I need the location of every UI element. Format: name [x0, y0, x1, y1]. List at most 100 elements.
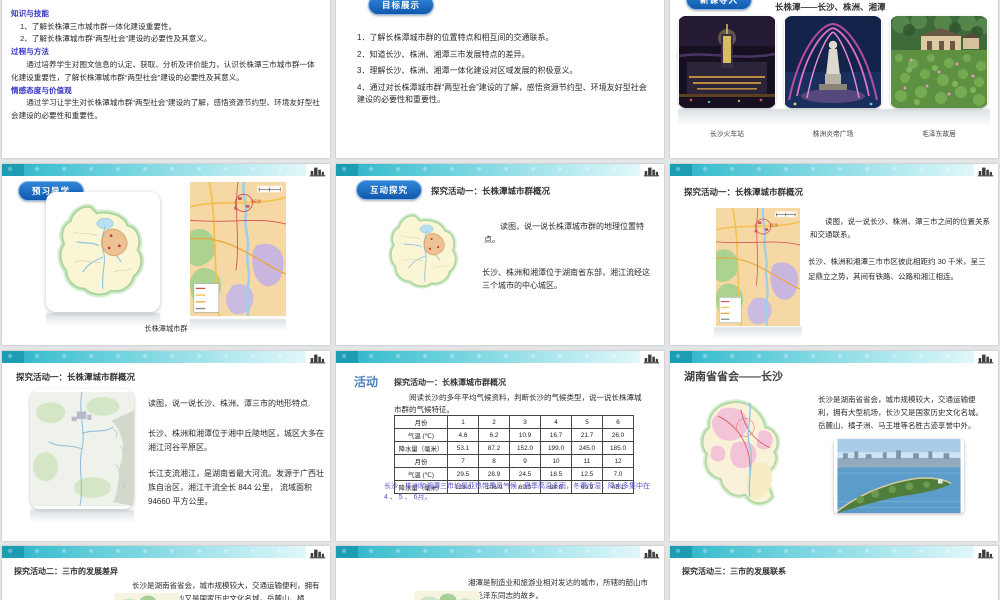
photo-reflection	[678, 109, 990, 126]
climate-value-cell: 2	[478, 415, 510, 429]
map-reflection	[30, 510, 134, 523]
activity-title: 探究活动一：长株潭城市群概况	[16, 372, 136, 382]
climate-value-cell: 1	[447, 415, 479, 429]
city-skyline-icon	[643, 165, 660, 177]
climate-value-cell: 7.0	[602, 467, 634, 481]
climate-row-header: 月份	[394, 454, 448, 468]
climate-value-cell: 199.0	[540, 441, 572, 455]
section-badge: 互动探究	[356, 180, 423, 200]
climate-row-header: 气温 (℃)	[394, 428, 448, 442]
objective-heading: 知识与技能	[11, 8, 49, 18]
slide-sorter-grid: 教学目标 知识与技能 1、了解长株潭三市城市群一体化建设重要性。 2、了解长株潭…	[0, 0, 1000, 600]
photo-caption: 株洲炎帝广场	[812, 131, 854, 138]
climate-value-cell: 9	[509, 454, 541, 468]
slide-thumbnail-7[interactable]: 探究活动一：长株潭城市群概况 读图，说一说长沙、株洲、潭三市的地形特点. 长沙、…	[2, 351, 330, 541]
slide-header-band	[2, 546, 306, 558]
section-badge: 新课导入	[686, 0, 753, 10]
activity-title: 探究活动一：长株潭城市群概况	[394, 378, 506, 387]
maps-caption: 长株潭城市群	[144, 324, 188, 333]
climate-value-cell: 26.0	[602, 428, 634, 442]
slide-header-band	[670, 164, 974, 176]
hunan-province-map	[384, 200, 466, 304]
city-skyline-icon	[643, 352, 660, 364]
city-skyline-icon	[977, 165, 994, 177]
climate-value-cell: 18.5	[540, 467, 572, 481]
photo-captions: 长沙火车站 株洲炎帝广场 毛泽东故居	[678, 128, 990, 138]
river-note-text: 长江支流湘江，是湖南省最大河流。发源于广西壮族自治区，湘江干流全长 844 公里…	[148, 469, 324, 506]
slide-title: 教学目标	[11, 0, 320, 3]
activity-title: 探究活动一：长株潭城市群概况	[431, 186, 551, 196]
slide-thumbnail-11[interactable]: 湘潭是制造业和旅游业相对发达的城市，所辖的韶山市是毛泽东同志的故乡。	[336, 546, 664, 600]
slide-thumbnail-1[interactable]: 教学目标 知识与技能 1、了解长株潭三市城市群一体化建设重要性。 2、了解长株潭…	[2, 0, 330, 158]
slide-thumbnail-4[interactable]: 预习导学 长株潭城市群	[2, 164, 330, 345]
objective-paragraph: 通过培养学生对图文信息的认定、获取、分析及评价能力，认识长株潭三市城市群一体化建…	[11, 59, 315, 82]
climate-value-cell: 24.5	[509, 467, 541, 481]
photo-zhuzhou-square	[784, 16, 882, 108]
map-reflection	[714, 327, 802, 339]
slide-thumbnail-10[interactable]: 探究活动二：三市的发展差异 长沙是湖南省省会，城市规模较大，交通运输便利，拥有大…	[2, 546, 330, 600]
slide-header-band	[336, 164, 640, 176]
goal-item: 2．知道长沙、株洲、湘潭三市发展特点的差异。	[357, 49, 530, 59]
climate-value-cell: 8	[478, 454, 510, 468]
slide-thumbnail-6[interactable]: 探究活动一：长株潭城市群概况 读图，说一说长沙、株洲、潭三市之间的位置关系和交通…	[670, 164, 998, 345]
objective-paragraph: 通过学习让学生对长株潭城市群“两型社会”建设的了解，感悟资源节约型、环境友好型社…	[11, 98, 320, 121]
slide-thumbnail-8[interactable]: 活动 探究活动一：长株潭城市群概况 阅读长沙的多年平均气候资料，判断长沙的气候类…	[336, 351, 664, 541]
answer-text: 长沙、株洲和湘潭三市市区彼此相距约 30 千米，呈三足鼎立之势，其间有铁路、公路…	[808, 257, 986, 281]
photo-caption: 长沙火车站	[710, 131, 744, 138]
photo-caption: 毛泽东故居	[922, 131, 956, 138]
climate-value-cell: 6	[602, 415, 634, 429]
climate-value-cell: 7	[447, 454, 479, 468]
city-skyline-icon	[309, 352, 326, 364]
photo-changsha-station	[678, 16, 776, 108]
slide-header-band	[336, 351, 640, 363]
question-text: 读图，说一说长沙、株洲、潭三市的地形特点.	[148, 399, 311, 408]
objective-line: 1、了解长株潭三市城市群一体化建设重要性。	[20, 21, 177, 31]
slide-thumbnail-12[interactable]: 探究活动三：三市的发展联系	[670, 546, 998, 600]
city-skyline-icon	[309, 165, 326, 177]
hunan-province-map	[52, 198, 154, 306]
climate-row-header: 月份	[394, 415, 448, 429]
climate-value-cell: 10.9	[509, 428, 541, 442]
goal-item: 1．了解长株潭城市群的位置特点和相互间的交通联系。	[357, 33, 554, 42]
slide-thumbnail-9[interactable]: 湖南省省会——长沙 长沙是湖南省省会，城市规模较大，交通运输便利，拥有大型机场，…	[670, 351, 998, 541]
question-text: 阅读长沙的多年平均气候资料，判断长沙的气候类型，说一说长株潭城市群的气候特征。	[394, 393, 642, 414]
climate-value-cell: 10	[540, 454, 572, 468]
terrain-map	[30, 389, 134, 509]
climate-value-cell: 185.0	[602, 441, 634, 455]
objective-heading: 过程与方法	[11, 47, 49, 57]
climate-value-cell: 4.6	[447, 428, 479, 442]
activity-title: 探究活动二：三市的发展差异	[14, 567, 118, 576]
answer-text: 长沙、株洲和湘潭位于湘中丘陵地区，城区大多在湘江河谷平原区。	[148, 429, 324, 452]
question-text: 读图，说一说长沙、株洲、潭三市之间的位置关系和交通联系。	[810, 217, 990, 239]
photo-mao-residence	[890, 16, 988, 108]
section-badge: 目标展示	[368, 0, 435, 15]
city-skyline-icon	[977, 352, 994, 364]
climate-value-cell: 12	[602, 454, 634, 468]
slide-thumbnail-2[interactable]: 目标展示 1．了解长株潭城市群的位置特点和相互间的交通联系。 2．知道长沙、株洲…	[336, 0, 664, 158]
changsha-admin-map	[696, 391, 808, 531]
activity-title: 探究活动一：长株潭城市群概况	[684, 187, 804, 197]
orange-isle-photo	[834, 439, 964, 513]
slide-thumbnail-3[interactable]: 新课导入 长株潭——长沙、株洲、湘潭 长沙火车站 株洲炎帝广场 毛泽东故居	[670, 0, 998, 158]
climate-value-cell: 11	[571, 454, 603, 468]
city-cluster-road-map	[714, 208, 802, 326]
slide-title: 湖南省省会——长沙	[684, 371, 783, 383]
slide-header-band	[670, 546, 974, 558]
hunan-map-card	[46, 192, 160, 312]
climate-value-cell: 3	[509, 415, 541, 429]
slide-thumbnail-5[interactable]: 互动探究 探究活动一：长株潭城市群概况 读图，说一说长株潭城市群的地理位置特点。…	[336, 164, 664, 345]
climate-row-header: 降水量（毫米）	[394, 441, 448, 455]
slide-header-band	[2, 164, 306, 176]
slide-header-band	[336, 546, 640, 558]
activity-title: 探究活动三：三市的发展联系	[682, 567, 786, 576]
objective-heading: 情感态度与价值观	[11, 85, 72, 95]
activity-label: 活动	[354, 375, 379, 389]
city-skyline-icon	[977, 547, 994, 559]
climate-value-cell: 6.2	[478, 428, 510, 442]
city-photos	[678, 16, 990, 108]
answer-text: 长沙、株洲和湘潭位于湖南省东部，湘江流经这三个城市的中心城区。	[482, 268, 650, 290]
climate-value-cell: 245.0	[571, 441, 603, 455]
map-preview-hint	[114, 592, 180, 600]
goals-list: 1．了解长株潭城市群的位置特点和相互间的交通联系。 2．知道长沙、株洲、湘潭三市…	[357, 32, 651, 110]
objectives-body: 教学目标 知识与技能 1、了解长株潭三市城市群一体化建设重要性。 2、了解长株潭…	[11, 0, 320, 123]
